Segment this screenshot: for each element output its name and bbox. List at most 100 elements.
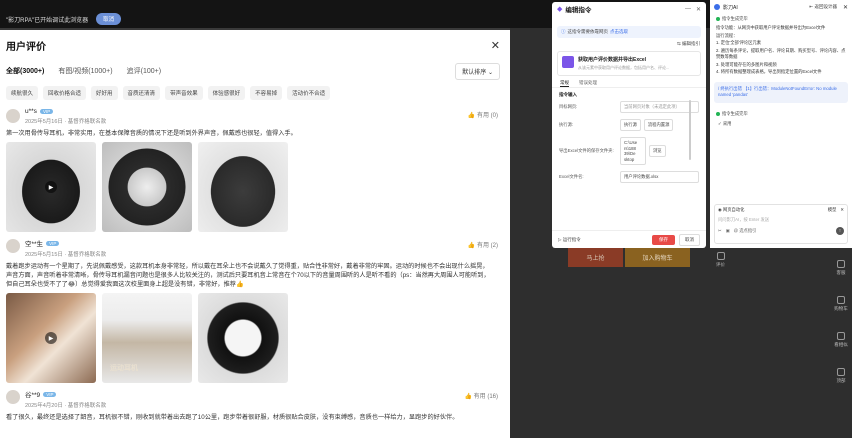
back-to-designer-button[interactable]: ⇤ 返回设计器 (809, 4, 837, 10)
useful-button[interactable]: 👍 有用 (2) (468, 240, 498, 249)
ai-actions: ✓ 采用 (710, 119, 852, 129)
review-tag[interactable]: 体验感很好 (207, 86, 246, 100)
run-label: 运行指令 (562, 236, 581, 242)
status-line: 指令生成完毕 (710, 14, 852, 24)
param-label: 导出Excel文件的保存文件夹: (559, 148, 614, 153)
tip-text: 这指令需要依靠网页 (567, 29, 609, 34)
review-image[interactable] (198, 142, 288, 232)
side-icon-cart[interactable]: 购物车 (834, 296, 848, 312)
excel-filename-input[interactable]: 用户评论数据.xlsx (620, 171, 699, 183)
cancel-debug-button[interactable]: 取消 (96, 13, 122, 25)
play-icon: ▶ (45, 332, 57, 344)
edit-guide-link[interactable]: ⇆ 编辑指引 (552, 38, 706, 47)
review-filters: 全部(3000+) 有图/视频(1000+) 追评(100+) 默认排序 ⌄ (0, 60, 510, 82)
apply-button[interactable]: ✓ 采用 (718, 121, 731, 127)
ai-prompt-input[interactable]: 问问影刀AI，按 Enter 发送 (715, 215, 847, 225)
review-image[interactable] (102, 142, 192, 232)
edit-instruction-panel: ◆ 编辑指令 — ✕ ⓘ 这指令需要依靠网页 点击选取 ⇆ 编辑指引 获取用户评价… (552, 2, 706, 248)
filter-all[interactable]: 全部(3000+) (6, 66, 44, 76)
review-tag[interactable]: 好好用 (91, 86, 118, 100)
info-icon: ⓘ (561, 29, 566, 34)
thumbs-up-icon: 👍 (467, 113, 476, 119)
mode-title: 网页自动化 (722, 207, 745, 212)
side-icon-service[interactable]: 客服 (837, 260, 846, 276)
close-icon[interactable]: ✕ (696, 6, 701, 13)
step-item: 1. 定位'全部'评论区元素 (716, 40, 762, 45)
filter-follow-up[interactable]: 追评(100+) (127, 66, 161, 76)
param-row: 导出Excel文件的保存文件夹: C:\Use rs\188 39\De skt… (552, 134, 706, 168)
vip-badge: VIP (43, 391, 57, 397)
source-option[interactable]: 执行源 (620, 119, 641, 131)
review-meta: 2025年5月16日 · 基督乔格联名款 (25, 119, 107, 125)
side-icon-similar[interactable]: 看相似 (834, 332, 848, 348)
globe-icon: ◉ (718, 207, 722, 212)
check-icon: ✓ (718, 120, 722, 126)
model-select[interactable]: 模型 (828, 207, 837, 213)
tab-error-handling[interactable]: 错误处理 (579, 80, 597, 87)
review-tag[interactable]: 续航很久 (6, 86, 39, 100)
review-tag[interactable]: 回收价格合适 (43, 86, 87, 100)
ai-input-header: ◉ 网页自动化 模型 ✕ (715, 205, 847, 215)
cancel-button[interactable]: 取消 (679, 233, 700, 246)
avatar (6, 390, 20, 404)
section-title: 指令输入 (559, 92, 577, 97)
ai-message: 指令功能：从网页中获取用户评论数据并导出为Excel文件 (716, 25, 826, 30)
status-dot-icon (716, 111, 720, 116)
debug-banner-text: "影刀RPA"已开始调试此浏览器 (6, 17, 89, 24)
buy-now-button[interactable]: 马上抢 (568, 247, 623, 267)
review-text: 第一次用骨传导耳机，非常实用，在基本保障音质的情况下还是听到外界声音，佩戴感也很… (6, 130, 297, 137)
review-image[interactable] (198, 293, 288, 383)
minimize-icon[interactable]: — (685, 6, 691, 13)
reviewer-name: u**s (25, 108, 37, 115)
instruction-icon (562, 56, 574, 68)
step-item: 2. 遍历每条评论，提取用户名、评论日期、购买型号、评论内容、点赞数等数据 (716, 47, 846, 60)
ai-input-box: ◉ 网页自动化 模型 ✕ 问问影刀AI，按 Enter 发送 ✂ ▣ @ 选点指引… (714, 204, 848, 244)
image-icon[interactable]: ▣ (726, 228, 730, 234)
target-page-select[interactable]: 当前网页对象（未选定此项） (620, 101, 699, 113)
review-tag[interactable]: 活动价不合适 (287, 86, 331, 100)
scrollbar[interactable] (689, 100, 691, 160)
send-icon[interactable]: ↑ (836, 227, 844, 235)
pick-hint[interactable]: @ 选点指引 (734, 228, 757, 234)
review-media: ▶ (6, 142, 504, 232)
close-icon[interactable]: ✕ (491, 39, 500, 52)
run-instruction-button[interactable]: ▷ 运行指令 (558, 237, 581, 243)
step-item: 3. 处理可能存在的多图片和视频 (716, 61, 777, 67)
builtin-source-option[interactable]: 流程内置源 (643, 119, 674, 131)
review-video-thumb[interactable]: ▶ (6, 293, 96, 383)
comment-shortcut[interactable]: 评价 (716, 252, 725, 268)
review-video-thumb[interactable]: ▶ (6, 142, 96, 232)
browse-button[interactable]: 浏览 (649, 145, 666, 157)
tab-general[interactable]: 常规 (560, 80, 569, 87)
close-icon[interactable]: ✕ (843, 4, 848, 11)
edit-guide-label: 编辑指引 (682, 41, 700, 46)
review-tag[interactable]: 带声音效果 (165, 86, 203, 100)
useful-button[interactable]: 👍 有用 (16) (465, 391, 499, 400)
scissors-icon[interactable]: ✂ (718, 228, 722, 234)
tip-banner: ⓘ 这指令需要依靠网页 点击选取 (557, 26, 701, 38)
vip-badge: VIP (39, 109, 54, 114)
step-item: 4. 将所有数据整理成表格，导出到指定位置的Excel文件 (716, 69, 822, 74)
review-item: u**s VIP 2025年5月16日 · 基督乔格联名款 👍 有用 (0) 第一… (0, 104, 510, 234)
sort-dropdown[interactable]: 默认排序 ⌄ (455, 63, 500, 80)
comment-label: 评价 (716, 262, 725, 267)
pick-element-link[interactable]: 点击选取 (610, 29, 628, 35)
instruction-title: 获取用户评价数据并导出Excel (578, 57, 647, 63)
close-icon[interactable]: ✕ (840, 207, 844, 213)
review-image[interactable]: 运动耳机 (102, 293, 192, 383)
cart-icon (837, 296, 845, 304)
add-to-cart-button[interactable]: 加入购物车 (625, 247, 690, 267)
review-tag[interactable]: 音质还清清 (122, 86, 161, 100)
save-button[interactable]: 保存 (652, 234, 675, 245)
review-tag[interactable]: 不容易掉 (250, 86, 283, 100)
save-folder-input[interactable]: C:\Use rs\188 39\De sktop (620, 137, 646, 165)
edit-guide-icon: ⇆ (676, 41, 681, 46)
filter-with-media[interactable]: 有图/视频(1000+) (58, 66, 112, 76)
review-item: 空**生 VIP 2025年5月15日 · 基督乔格联名款 👍 有用 (2) 戴着… (0, 234, 510, 385)
ai-title: 影刀AI (723, 4, 738, 11)
side-icon-top[interactable]: 顶部 (837, 368, 846, 384)
useful-button[interactable]: 👍 有用 (0) (468, 110, 498, 119)
param-row: 执行源: 执行源 流程内置源 (552, 116, 706, 134)
status-text: 指令生成完毕 (722, 110, 748, 116)
param-row: 目标网页: 当前网页对象（未选定此项） (552, 98, 706, 116)
